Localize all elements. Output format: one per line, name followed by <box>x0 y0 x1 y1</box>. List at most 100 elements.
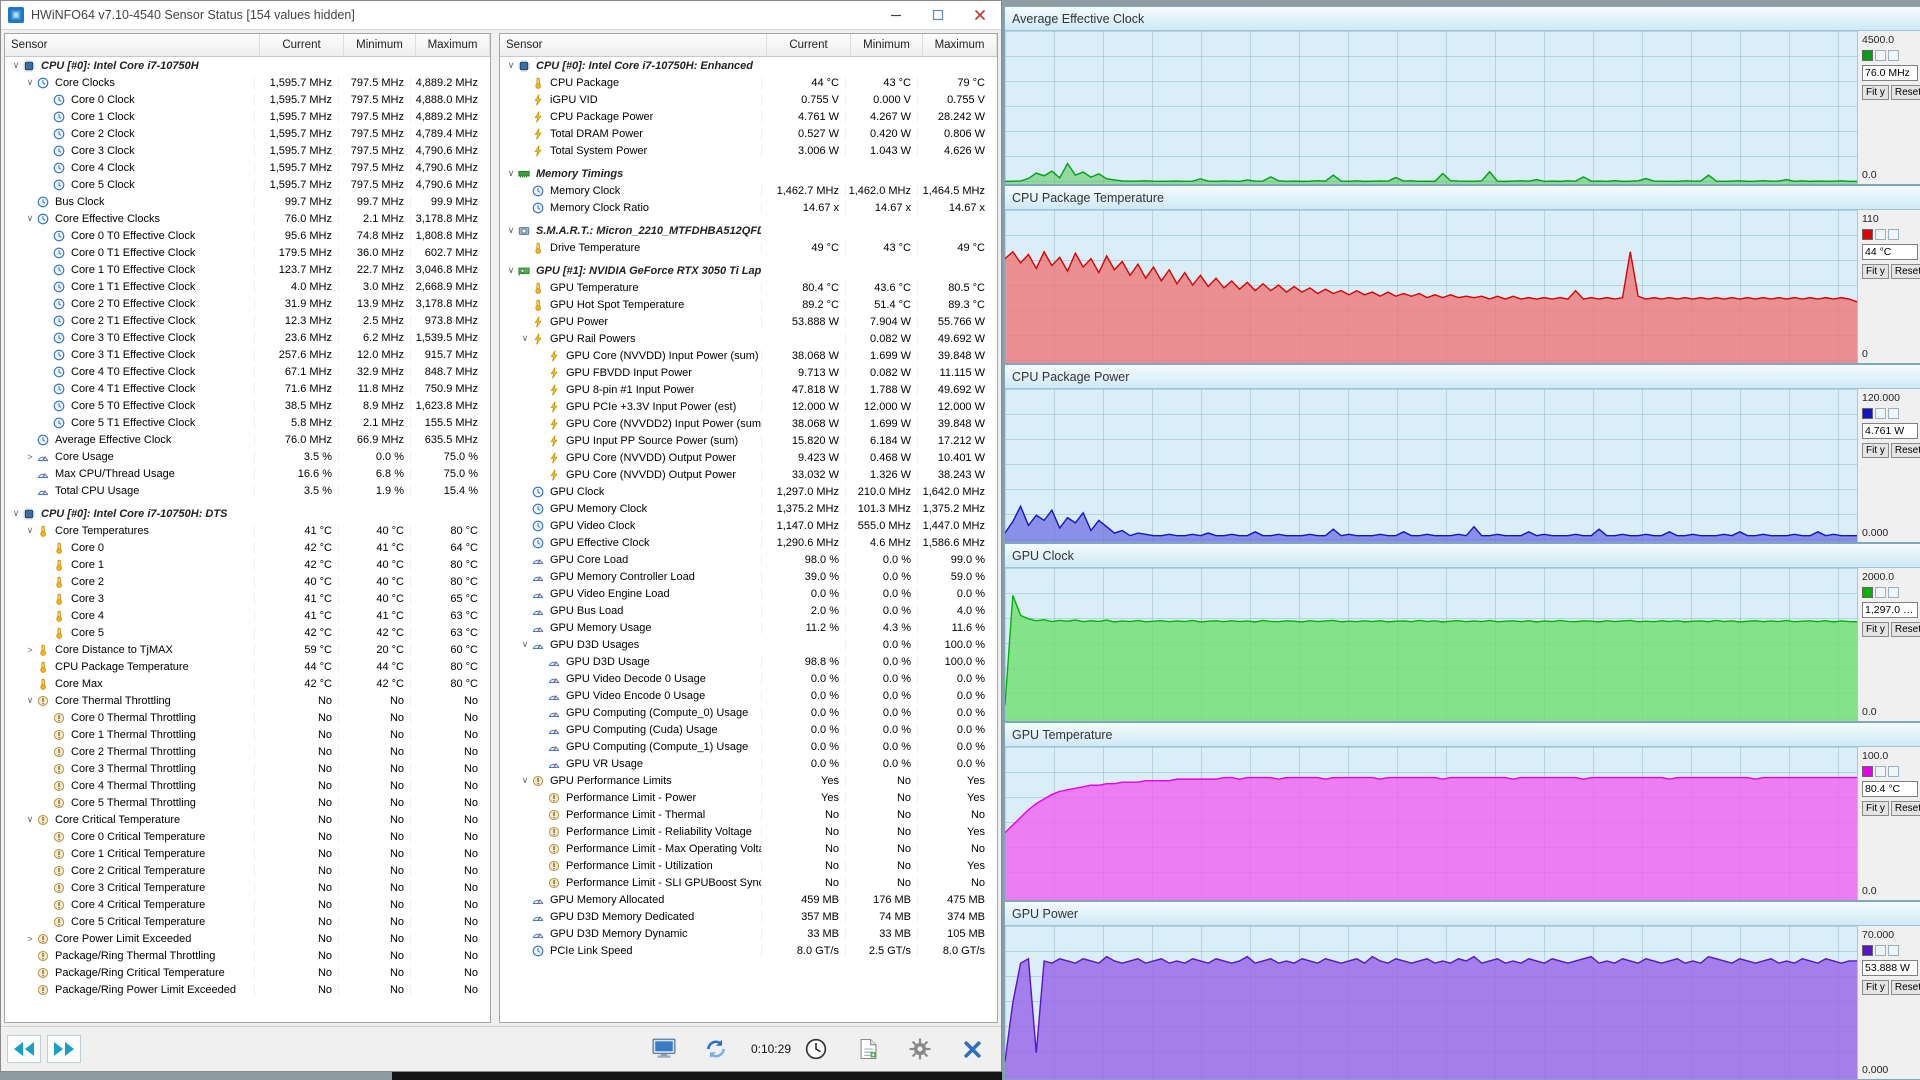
sensor-row[interactable]: Performance Limit - Thermal No No No <box>500 806 991 823</box>
graph-mini-button[interactable] <box>1888 766 1899 777</box>
sensor-row[interactable]: GPU Temperature 80.4 °C 43.6 °C 80.5 °C <box>500 279 991 296</box>
graph-titlebar[interactable]: GPU Clock <box>1005 544 1920 568</box>
chevron-right-icon[interactable]: > <box>23 645 37 655</box>
sensor-row[interactable]: > Core Power Limit Exceeded No No No <box>5 930 484 947</box>
nav-back-button[interactable] <box>7 1035 41 1063</box>
column-header-minimum[interactable]: Minimum <box>344 34 416 56</box>
column-header-sensor[interactable]: Sensor <box>500 34 767 56</box>
sensor-row[interactable]: Core 2 Thermal Throttling No No No <box>5 743 484 760</box>
reset-button[interactable]: Reset <box>1890 443 1920 458</box>
chevron-right-icon[interactable]: > <box>23 934 37 944</box>
graph-mini-button[interactable] <box>1875 587 1886 598</box>
sensor-row[interactable]: Core 5 Clock 1,595.7 MHz 797.5 MHz 4,790.6 … <box>5 176 484 193</box>
chevron-down-icon[interactable]: ∨ <box>518 639 532 650</box>
sensor-row[interactable]: Max CPU/Thread Usage 16.6 % 6.8 % 75.0 % <box>5 465 484 482</box>
sensor-row[interactable]: Memory Clock 1,462.7 MHz 1,462.0 MHz 1,464.… <box>500 182 991 199</box>
chevron-down-icon[interactable]: ∨ <box>9 60 23 71</box>
graph-titlebar[interactable]: GPU Power <box>1005 902 1920 926</box>
graph-mini-button[interactable] <box>1888 229 1899 240</box>
fit-y-button[interactable]: Fit y <box>1862 801 1889 816</box>
series-color-swatch[interactable] <box>1862 945 1873 956</box>
column-header-minimum[interactable]: Minimum <box>851 34 923 56</box>
sensor-row[interactable]: Package/Ring Power Limit Exceeded No No No <box>5 981 484 998</box>
sensor-section-row[interactable]: ∨ S.M.A.R.T.: Micron_2210_MTFDHBA512QFD..… <box>500 222 991 239</box>
sensor-row[interactable]: GPU Input PP Source Power (sum) 15.820 W6… <box>500 432 991 449</box>
fit-y-button[interactable]: Fit y <box>1862 85 1889 100</box>
series-color-swatch[interactable] <box>1862 408 1873 419</box>
sensor-row[interactable]: Core 5 T1 Effective Clock 5.8 MHz 2.1 MHz 1… <box>5 414 484 431</box>
sensor-row[interactable]: > Core Usage 3.5 % 0.0 % 75.0 % <box>5 448 484 465</box>
graph-mini-button[interactable] <box>1875 766 1886 777</box>
sensor-row[interactable]: Core 4 T1 Effective Clock 71.6 MHz 11.8 MH… <box>5 380 484 397</box>
graph-titlebar[interactable]: GPU Temperature <box>1005 723 1920 747</box>
series-color-swatch[interactable] <box>1862 766 1873 777</box>
sensor-row[interactable]: Core 1 Critical Temperature No No No <box>5 845 484 862</box>
sensor-row[interactable]: iGPU VID 0.755 V 0.000 V 0.755 V <box>500 91 991 108</box>
reset-button[interactable]: Reset <box>1890 980 1920 995</box>
sensor-row[interactable]: Core 0 Critical Temperature No No No <box>5 828 484 845</box>
graph-mini-button[interactable] <box>1875 229 1886 240</box>
sensor-row[interactable]: Core Max 42 °C 42 °C 80 °C <box>5 675 484 692</box>
sensor-row[interactable]: GPU Memory Controller Load 39.0 % 0.0 % 59.… <box>500 568 991 585</box>
fit-y-button[interactable]: Fit y <box>1862 622 1889 637</box>
sensor-row[interactable]: Core 0 Thermal Throttling No No No <box>5 709 484 726</box>
graph-mini-button[interactable] <box>1875 945 1886 956</box>
sensor-row[interactable]: GPU Clock 1,297.0 MHz 210.0 MHz 1,642.0 MHz <box>500 483 991 500</box>
sensor-section-row[interactable]: ∨ Memory Timings <box>500 165 991 182</box>
graph-mini-button[interactable] <box>1875 408 1886 419</box>
chevron-down-icon[interactable]: ∨ <box>504 225 518 236</box>
sensor-row[interactable]: Core 1 Clock 1,595.7 MHz 797.5 MHz 4,889.2 … <box>5 108 484 125</box>
graph-mini-button[interactable] <box>1888 50 1899 61</box>
sensor-row[interactable]: GPU Core (NVVDD) Output Power 9.423 W 0.46… <box>500 449 991 466</box>
sensor-row[interactable]: Core 2 Clock 1,595.7 MHz 797.5 MHz 4,789.4 … <box>5 125 484 142</box>
sensor-row[interactable]: GPU Memory Clock 1,375.2 MHz 101.3 MHz 1,37… <box>500 500 991 517</box>
sensor-row[interactable]: ∨ GPU D3D Usages 0.0 % 100.0 % <box>500 636 991 653</box>
sensor-row[interactable]: Core 0 42 °C 41 °C 64 °C <box>5 539 484 556</box>
sensor-row[interactable]: GPU 8-pin #1 Input Power 47.818 W 1.788 W4… <box>500 381 991 398</box>
sensor-row[interactable]: Core 5 Thermal Throttling No No No <box>5 794 484 811</box>
sensor-row[interactable]: GPU D3D Memory Dynamic 33 MB 33 MB 105 MB <box>500 925 991 942</box>
sensor-row[interactable]: Core 3 Thermal Throttling No No No <box>5 760 484 777</box>
sensor-row[interactable]: ∨ Core Critical Temperature No No No <box>5 811 484 828</box>
window-titlebar[interactable]: HWiNFO64 v7.10-4540 Sensor Status [154 v… <box>1 1 1001 30</box>
sensor-row[interactable]: GPU Computing (Compute_1) Usage 0.0 % 0.0 … <box>500 738 991 755</box>
sensor-row[interactable]: Total System Power 3.006 W 1.043 W 4.626 W <box>500 142 991 159</box>
sensor-row[interactable]: Core 0 Clock 1,595.7 MHz 797.5 MHz 4,888.0 … <box>5 91 484 108</box>
graph-mini-button[interactable] <box>1888 408 1899 419</box>
sensor-row[interactable]: Core 0 T1 Effective Clock 179.5 MHz 36.0 M… <box>5 244 484 261</box>
sensor-row[interactable]: ∨ GPU Performance Limits Yes No Yes <box>500 772 991 789</box>
sensor-row[interactable]: GPU Video Decode 0 Usage 0.0 % 0.0 % 0.0 % <box>500 670 991 687</box>
sensor-row[interactable]: GPU Computing (Cuda) Usage 0.0 % 0.0 % 0.0 … <box>500 721 991 738</box>
sensor-row[interactable]: GPU Computing (Compute_0) Usage 0.0 % 0.0 … <box>500 704 991 721</box>
sensor-row[interactable]: GPU D3D Usage 98.8 % 0.0 % 100.0 % <box>500 653 991 670</box>
column-header-current[interactable]: Current <box>767 34 851 56</box>
sensor-row[interactable]: ∨ Core Temperatures 41 °C 40 °C 80 °C <box>5 522 484 539</box>
chevron-down-icon[interactable]: ∨ <box>23 695 37 706</box>
uptime-clock-button[interactable] <box>801 1034 831 1064</box>
reset-button[interactable]: Reset <box>1890 801 1920 816</box>
column-header-current[interactable]: Current <box>260 34 344 56</box>
sensor-row[interactable]: > Core Distance to TjMAX 59 °C 20 °C 60 °C <box>5 641 484 658</box>
sensor-row[interactable]: PCIe Link Speed 8.0 GT/s 2.5 GT/s 8.0 GT/s <box>500 942 991 959</box>
sensor-row[interactable]: Core 1 42 °C 40 °C 80 °C <box>5 556 484 573</box>
sensor-row[interactable]: GPU Memory Usage 11.2 % 4.3 % 11.6 % <box>500 619 991 636</box>
sensor-row[interactable]: Core 5 42 °C 42 °C 63 °C <box>5 624 484 641</box>
sensor-row[interactable]: GPU Core Load 98.0 % 0.0 % 99.0 % <box>500 551 991 568</box>
logging-button[interactable] <box>853 1034 883 1064</box>
sensor-section-row[interactable]: ∨ CPU [#0]: Intel Core i7-10750H: DTS <box>5 505 484 522</box>
chevron-down-icon[interactable]: ∨ <box>518 775 532 786</box>
sensor-row[interactable]: Package/Ring Critical Temperature No No No <box>5 964 484 981</box>
sensor-row[interactable]: Average Effective Clock 76.0 MHz 66.9 MHz 6… <box>5 431 484 448</box>
sensor-row[interactable]: Core 4 Thermal Throttling No No No <box>5 777 484 794</box>
sensor-row[interactable]: Core 2 40 °C 40 °C 80 °C <box>5 573 484 590</box>
sensor-row[interactable]: CPU Package Temperature 44 °C 44 °C 80 °C <box>5 658 484 675</box>
sensor-row[interactable]: GPU Effective Clock 1,290.6 MHz 4.6 MHz 1,5… <box>500 534 991 551</box>
sensor-row[interactable]: Core 5 T0 Effective Clock 38.5 MHz 8.9 MHz… <box>5 397 484 414</box>
sensor-row[interactable]: Core 4 Clock 1,595.7 MHz 797.5 MHz 4,790.6 … <box>5 159 484 176</box>
sensor-row[interactable]: Core 4 T0 Effective Clock 67.1 MHz 32.9 MH… <box>5 363 484 380</box>
reset-button[interactable]: Reset <box>1890 622 1920 637</box>
close-button[interactable] <box>959 1 1001 29</box>
sensor-row[interactable]: GPU Power 53.888 W 7.904 W 55.766 W <box>500 313 991 330</box>
chevron-down-icon[interactable]: ∨ <box>23 77 37 88</box>
graph-titlebar[interactable]: Average Effective Clock <box>1005 7 1920 31</box>
